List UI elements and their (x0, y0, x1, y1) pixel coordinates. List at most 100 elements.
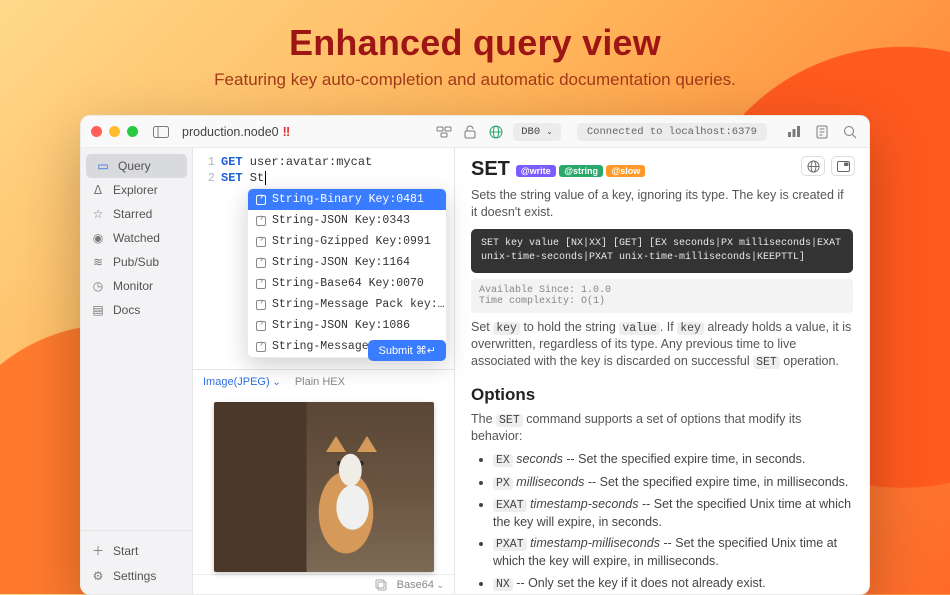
globe-icon[interactable] (487, 123, 505, 141)
doc-meta: Available Since: 1.0.0 Time complexity: … (471, 279, 853, 313)
sidebar-item-label: Docs (113, 303, 140, 317)
lock-open-icon[interactable] (461, 123, 479, 141)
sidebar-item-label: Explorer (113, 183, 158, 197)
copy-icon[interactable] (375, 579, 387, 591)
explorer-icon: ᐃ (91, 183, 105, 197)
doc-option: PXAT timestamp-milliseconds -- Set the s… (493, 535, 853, 569)
editor-column: 12 GET user:avatar:mycatSET St String-Bi… (193, 148, 455, 594)
starred-icon: ☆ (91, 207, 105, 221)
doc-syntax: SET key value [NX|XX] [GET] [EX seconds|… (471, 229, 853, 273)
autocomplete-label: String-Gzipped Key:0991 (272, 235, 431, 248)
log-icon[interactable] (813, 123, 831, 141)
sidebar-item-label: Monitor (113, 279, 153, 293)
warning-icon: ‼ (283, 125, 291, 139)
autocomplete-label: String-JSON Key:1164 (272, 256, 410, 269)
autocomplete-label: String-JSON Key:1086 (272, 319, 410, 332)
doc-options-intro: The SET command supports a set of option… (471, 411, 853, 445)
sidebar-item-settings[interactable]: ⚙Settings (81, 564, 192, 588)
autocomplete-item[interactable]: String-JSON Key:1164 (248, 252, 446, 273)
doc-options-heading: Options (471, 385, 853, 405)
doc-badge: @string (559, 165, 603, 177)
doc-badge: @slow (606, 165, 645, 177)
start-icon: ＋ (91, 542, 105, 559)
zoom-icon[interactable] (127, 126, 138, 137)
window-controls (91, 126, 138, 137)
doc-badge: @write (516, 165, 556, 177)
pub/sub-icon: ≋ (91, 255, 105, 269)
sidebar-item-watched[interactable]: ◉ Watched (81, 226, 192, 250)
doc-command-name: SET (471, 158, 510, 181)
autocomplete-label: String-Message Pack key:… (272, 298, 445, 311)
sidebar-item-explorer[interactable]: ᐃ Explorer (81, 178, 192, 202)
key-icon (256, 216, 266, 226)
key-icon (256, 258, 266, 268)
autocomplete-label: String-Base64 Key:0070 (272, 277, 424, 290)
connection-status: Connected to localhost:6379 (577, 123, 767, 141)
close-icon[interactable] (91, 126, 102, 137)
autocomplete-item[interactable]: String-JSON Key:0343 (248, 210, 446, 231)
doc-intro: Sets the string value of a key, ignoring… (471, 187, 853, 221)
doc-popout-icon[interactable] (831, 156, 855, 176)
autocomplete-item[interactable]: String-Message Pack key:… (248, 294, 446, 315)
format-image-jpeg[interactable]: Image(JPEG) (203, 376, 281, 388)
search-icon[interactable] (841, 123, 859, 141)
key-icon (256, 342, 266, 352)
tab-label: production.node0 (182, 125, 279, 139)
key-icon (256, 195, 266, 205)
sidebar-item-label: Pub/Sub (113, 255, 159, 269)
documentation-panel: SET @write @string @slow Sets the string… (455, 148, 869, 594)
sidebar-item-label: Settings (113, 569, 156, 583)
hero-title: Enhanced query view (0, 22, 950, 64)
sidebar-item-label: Watched (113, 231, 160, 245)
minimize-icon[interactable] (109, 126, 120, 137)
sidebar-item-pubsub[interactable]: ≋ Pub/Sub (81, 250, 192, 274)
connection-tab[interactable]: production.node0 ‼ (182, 125, 290, 139)
format-plain-hex[interactable]: Plain HEX (295, 376, 345, 388)
sidebar-item-starred[interactable]: ☆ Starred (81, 202, 192, 226)
sidebar-item-label: Query (118, 159, 151, 173)
monitor-icon: ◷ (91, 279, 105, 293)
key-icon (256, 279, 266, 289)
watched-icon: ◉ (91, 231, 105, 245)
result-preview (193, 394, 454, 574)
doc-option: NX -- Only set the key if it does not al… (493, 575, 853, 593)
app-window: production.node0 ‼ DB0 ⌄ Connected to lo… (80, 115, 870, 595)
sidebar-item-query[interactable]: ▭ Query (86, 154, 187, 178)
db-selector[interactable]: DB0 ⌄ (513, 123, 561, 141)
format-tabs: Image(JPEG) Plain HEX (193, 370, 454, 394)
doc-option: PX milliseconds -- Set the specified exp… (493, 474, 853, 492)
key-icon (256, 237, 266, 247)
doc-description: Set key to hold the string value. If key… (471, 319, 853, 371)
doc-option: EX seconds -- Set the specified expire t… (493, 451, 853, 469)
sidebar-item-docs[interactable]: ▤Docs (81, 298, 192, 322)
hero-subtitle: Featuring key auto-completion and automa… (0, 70, 950, 90)
autocomplete-item[interactable]: String-Binary Key:0481 (248, 189, 446, 210)
sidebar-toggle-icon[interactable] (152, 123, 170, 141)
sidebar-item-label: Starred (113, 207, 152, 221)
doc-option: EXAT timestamp-seconds -- Set the specif… (493, 496, 853, 530)
db-label: DB0 (521, 126, 540, 138)
autocomplete-item[interactable]: String-Gzipped Key:0991 (248, 231, 446, 252)
query-icon: ▭ (96, 159, 110, 173)
key-icon (256, 321, 266, 331)
encoding-selector[interactable]: Base64 ⌄ (397, 579, 444, 591)
sidebar-item-monitor[interactable]: ◷ Monitor (81, 274, 192, 298)
autocomplete-item[interactable]: String-Base64 Key:0070 (248, 273, 446, 294)
autocomplete-label: String-JSON Key:0343 (272, 214, 410, 227)
preview-image (214, 402, 434, 572)
editor-statusbar: Base64 ⌄ (193, 574, 454, 594)
doc-globe-icon[interactable] (801, 156, 825, 176)
sidebar-item-start[interactable]: ＋ Start (81, 537, 192, 564)
stats-icon[interactable] (785, 123, 803, 141)
sidebar-item-label: Start (113, 544, 138, 558)
autocomplete-label: String-Binary Key:0481 (272, 193, 424, 206)
autocomplete-popup: String-Binary Key:0481 String-JSON Key:03… (247, 188, 447, 358)
key-icon (256, 300, 266, 310)
chevron-down-icon: ⌄ (546, 127, 553, 137)
doc-options-list: EX seconds -- Set the specified expire t… (493, 451, 853, 594)
query-editor[interactable]: 12 GET user:avatar:mycatSET St String-Bi… (193, 148, 454, 370)
submit-button[interactable]: Submit ⌘↵ (368, 340, 446, 361)
sidebar: ▭ Query ᐃ Explorer ☆ Starred ◉ Watched ≋ Pub/Sub ◷… (81, 148, 193, 594)
hosts-icon[interactable] (435, 123, 453, 141)
autocomplete-item[interactable]: String-JSON Key:1086 (248, 315, 446, 336)
